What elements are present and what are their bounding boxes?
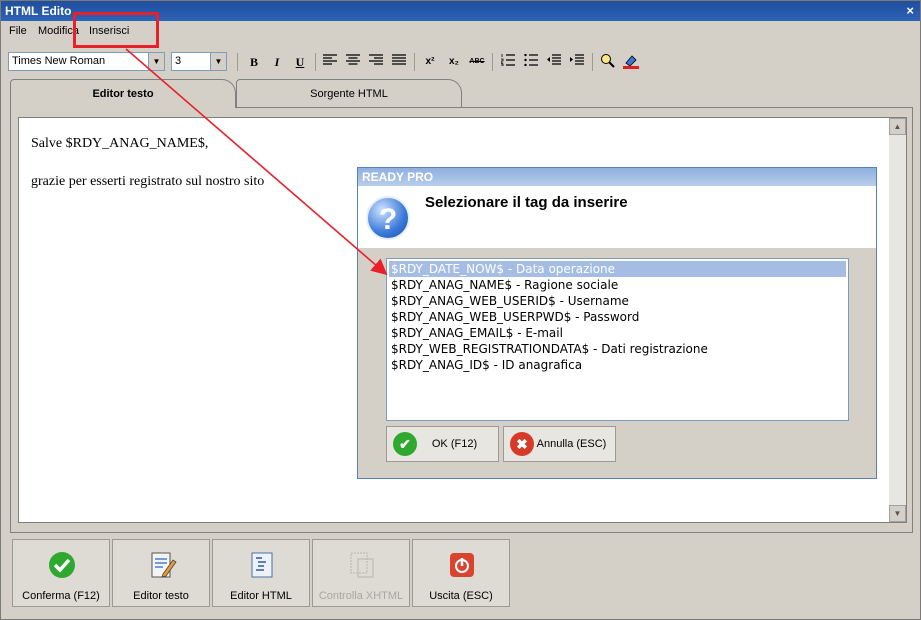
vertical-scrollbar[interactable]: ▲ ▼ — [889, 118, 906, 522]
subscript-button[interactable]: x₂ — [445, 53, 463, 71]
menu-file[interactable]: File — [9, 25, 27, 37]
menu-inserisci[interactable]: Inserisci — [89, 25, 129, 37]
check-xhtml-button[interactable]: Controlla XHTML — [312, 539, 410, 607]
confirm-button[interactable]: Conferma (F12) — [12, 539, 110, 607]
exit-button-label: Uscita (ESC) — [429, 590, 493, 602]
tab-sorgente-html[interactable]: Sorgente HTML — [236, 79, 462, 107]
editor-line-greeting: Salve $RDY_ANAG_NAME$, — [31, 136, 209, 151]
toolbar-separator — [592, 53, 593, 71]
insert-tag-dialog: READY PRO ? Selezionare il tag da inseri… — [357, 167, 877, 479]
align-right-icon[interactable] — [367, 53, 385, 71]
scroll-down-icon[interactable]: ▼ — [889, 505, 906, 522]
color-picker-icon[interactable] — [622, 53, 640, 71]
font-size-value: 3 — [175, 55, 182, 67]
window-title: HTML Edito — [5, 4, 72, 18]
indent-icon[interactable] — [568, 53, 586, 71]
list-item[interactable]: $RDY_ANAG_WEB_USERID$ - Username — [389, 293, 846, 309]
bold-button[interactable]: B — [245, 53, 263, 71]
align-left-icon[interactable] — [321, 53, 339, 71]
menu-modifica[interactable]: Modifica — [38, 25, 79, 37]
title-bar: HTML Edito × — [1, 1, 920, 21]
cancel-button[interactable]: ✖ Annulla (ESC) — [503, 426, 616, 462]
list-item[interactable]: $RDY_WEB_REGISTRATIONDATA$ - Dati regist… — [389, 341, 846, 357]
outdent-icon[interactable] — [545, 53, 563, 71]
align-center-icon[interactable] — [344, 53, 362, 71]
dialog-prompt: Selezionare il tag da inserire — [425, 194, 628, 211]
ok-button[interactable]: ✔ OK (F12) — [386, 426, 499, 462]
edit-document-icon — [151, 552, 177, 578]
chevron-down-icon[interactable]: ▼ — [210, 53, 226, 70]
format-toolbar: Times New Roman ▼ 3 ▼ B I U x² x₂ ABC — [1, 47, 920, 75]
strikethrough-button[interactable]: ABC — [468, 53, 486, 71]
check-xhtml-button-label: Controlla XHTML — [318, 590, 404, 602]
underline-button[interactable]: U — [291, 53, 309, 71]
exit-button[interactable]: Uscita (ESC) — [412, 539, 510, 607]
power-icon — [450, 553, 474, 577]
bullet-list-icon[interactable] — [522, 53, 540, 71]
list-item[interactable]: $RDY_ANAG_NAME$ - Ragione sociale — [389, 277, 846, 293]
italic-button[interactable]: I — [268, 53, 286, 71]
numbered-list-icon[interactable] — [499, 53, 517, 71]
close-icon[interactable]: × — [906, 1, 914, 21]
font-name-select[interactable]: Times New Roman ▼ — [8, 52, 165, 71]
editor-html-button-label: Editor HTML — [230, 590, 292, 602]
font-name-value: Times New Roman — [12, 55, 106, 67]
dialog-header: ? Selezionare il tag da inserire — [358, 186, 876, 248]
editor-text-button[interactable]: Editor testo — [112, 539, 210, 607]
toolbar-separator — [492, 53, 493, 71]
font-size-select[interactable]: 3 ▼ — [171, 52, 227, 71]
editor-line-body: grazie per esserti registrato sul nostro… — [31, 174, 265, 189]
superscript-button[interactable]: x² — [421, 53, 439, 71]
tag-listbox[interactable]: $RDY_DATE_NOW$ - Data operazione $RDY_AN… — [386, 258, 849, 421]
html-editor-window: HTML Edito × File Modifica Inserisci Tim… — [0, 0, 921, 620]
dialog-title: READY PRO — [358, 168, 876, 186]
chevron-down-icon[interactable]: ▼ — [148, 53, 164, 70]
list-item[interactable]: $RDY_ANAG_EMAIL$ - E-mail — [389, 325, 846, 341]
validate-document-icon — [350, 552, 374, 578]
confirm-button-label: Conferma (F12) — [22, 590, 100, 602]
list-item[interactable]: $RDY_ANAG_WEB_USERPWD$ - Password — [389, 309, 846, 325]
toolbar-separator — [414, 53, 415, 71]
toolbar-separator — [237, 53, 238, 71]
toolbar-separator — [315, 53, 316, 71]
editor-text-button-label: Editor testo — [133, 590, 189, 602]
html-document-icon — [251, 552, 273, 578]
editor-html-button[interactable]: Editor HTML — [212, 539, 310, 607]
scroll-up-icon[interactable]: ▲ — [889, 118, 906, 135]
cancel-button-label: Annulla (ESC) — [536, 438, 607, 450]
list-item[interactable]: $RDY_ANAG_ID$ - ID anagrafica — [389, 357, 846, 373]
justify-icon[interactable] — [390, 53, 408, 71]
find-icon[interactable] — [599, 53, 617, 71]
ok-button-label: OK (F12) — [431, 438, 478, 450]
list-item[interactable]: $RDY_DATE_NOW$ - Data operazione — [389, 261, 846, 277]
check-circle-icon — [49, 552, 75, 578]
menu-bar: File Modifica Inserisci — [1, 21, 920, 43]
question-icon: ? — [366, 196, 410, 240]
tab-editor-testo[interactable]: Editor testo — [10, 79, 236, 108]
